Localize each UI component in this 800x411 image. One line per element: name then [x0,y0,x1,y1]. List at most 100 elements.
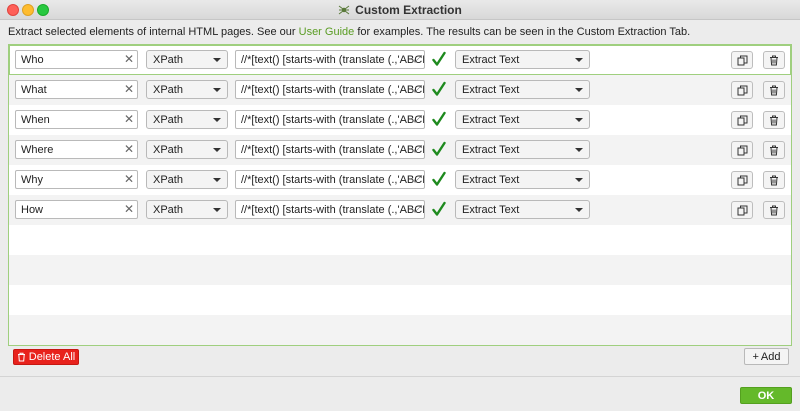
expand-icon[interactable]: ⤢ [414,54,422,65]
delete-row-button[interactable] [763,111,785,129]
chevron-down-icon [213,178,221,182]
extractor-type-select[interactable]: XPath [146,50,228,69]
expression-value: //*[text() [starts-with (translate (.,'A… [241,203,424,216]
extractor-name-value: What [21,83,47,96]
ok-label: OK [757,389,775,402]
valid-check-icon [432,51,446,66]
delete-row-button[interactable] [763,201,785,219]
chevron-down-icon [213,58,221,62]
extractor-name-input[interactable]: Why ✕ [15,170,138,189]
plus-icon: + [752,350,759,363]
extract-mode-select[interactable]: Extract Text [455,80,590,99]
delete-all-button[interactable]: Delete All [13,349,79,365]
maximize-window-button[interactable] [37,4,49,16]
extractor-name-input[interactable]: Where ✕ [15,140,138,159]
clear-icon[interactable]: ✕ [124,203,134,216]
trash-icon [770,85,778,95]
expand-icon[interactable]: ⤢ [414,114,422,125]
expression-input[interactable]: //*[text() [starts-with (translate (.,'A… [235,140,425,159]
extract-mode-select[interactable]: Extract Text [455,200,590,219]
extractor-type-select[interactable]: XPath [146,80,228,99]
clear-icon[interactable]: ✕ [124,53,134,66]
extractor-list: Who ✕ XPath //*[text() [starts-with (tra… [8,44,792,346]
clear-icon[interactable]: ✕ [124,83,134,96]
delete-row-button[interactable] [763,141,785,159]
duplicate-button[interactable] [731,201,753,219]
extractor-name-input[interactable]: How ✕ [15,200,138,219]
copy-icon [737,205,747,215]
extractor-name-value: Where [21,143,54,156]
extractor-row: Who ✕ XPath //*[text() [starts-with (tra… [9,45,791,75]
expand-icon[interactable]: ⤢ [414,144,422,155]
extractor-type-select[interactable]: XPath [146,170,228,189]
extractor-type-select[interactable]: XPath [146,200,228,219]
extractor-name-value: Why [21,173,43,186]
valid-check-icon [432,201,446,216]
expression-input[interactable]: //*[text() [starts-with (translate (.,'A… [235,80,425,99]
extractor-type-select[interactable]: XPath [146,110,228,129]
intro-text: Extract selected elements of internal HT… [8,26,690,38]
ok-button[interactable]: OK [740,387,792,404]
custom-extraction-window: Custom Extraction Extract selected eleme… [0,0,800,411]
extract-mode-select[interactable]: Extract Text [455,170,590,189]
close-window-button[interactable] [7,4,19,16]
extract-mode-value: Extract Text [462,113,520,126]
extractor-name-input[interactable]: Who ✕ [15,50,138,69]
delete-row-button[interactable] [763,51,785,69]
extractor-row: Where ✕ XPath //*[text() [starts-with (t… [9,135,791,165]
expression-input[interactable]: //*[text() [starts-with (translate (.,'A… [235,170,425,189]
extractor-name-value: Who [21,53,44,66]
duplicate-button[interactable] [731,141,753,159]
chevron-down-icon [575,208,583,212]
valid-check-icon [432,111,446,126]
extract-mode-select[interactable]: Extract Text [455,140,590,159]
trash-icon [770,175,778,185]
user-guide-link[interactable]: User Guide [299,26,355,38]
extractor-name-value: When [21,113,50,126]
empty-row [9,285,791,315]
expression-input[interactable]: //*[text() [starts-with (translate (.,'A… [235,200,425,219]
delete-row-button[interactable] [763,81,785,99]
duplicate-button[interactable] [731,51,753,69]
intro-text-before: Extract selected elements of internal HT… [8,26,299,38]
expand-icon[interactable]: ⤢ [414,84,422,95]
extractor-name-value: How [21,203,44,216]
expression-input[interactable]: //*[text() [starts-with (translate (.,'A… [235,50,425,69]
duplicate-button[interactable] [731,171,753,189]
copy-icon [737,85,747,95]
expression-value: //*[text() [starts-with (translate (.,'A… [241,113,424,126]
copy-icon [737,55,747,65]
clear-icon[interactable]: ✕ [124,113,134,126]
clear-icon[interactable]: ✕ [124,173,134,186]
extractor-type-value: XPath [153,113,183,126]
chevron-down-icon [575,58,583,62]
extractor-name-input[interactable]: What ✕ [15,80,138,99]
expand-icon[interactable]: ⤢ [414,204,422,215]
extractor-type-value: XPath [153,83,183,96]
minimize-window-button[interactable] [22,4,34,16]
extractor-row: When ✕ XPath //*[text() [starts-with (tr… [9,105,791,135]
delete-row-button[interactable] [763,171,785,189]
trash-icon [770,145,778,155]
duplicate-button[interactable] [731,81,753,99]
add-button[interactable]: + Add [744,348,789,365]
expand-icon[interactable]: ⤢ [414,174,422,185]
duplicate-button[interactable] [731,111,753,129]
expression-value: //*[text() [starts-with (translate (.,'A… [241,173,424,186]
expression-input[interactable]: //*[text() [starts-with (translate (.,'A… [235,110,425,129]
trash-icon [770,55,778,65]
copy-icon [737,145,747,155]
extract-mode-select[interactable]: Extract Text [455,50,590,69]
extractor-type-value: XPath [153,203,183,216]
empty-row [9,255,791,285]
extractor-type-value: XPath [153,173,183,186]
extract-mode-value: Extract Text [462,173,520,186]
extract-mode-select[interactable]: Extract Text [455,110,590,129]
extractor-type-select[interactable]: XPath [146,140,228,159]
valid-check-icon [432,171,446,186]
empty-row [9,225,791,255]
chevron-down-icon [575,148,583,152]
expression-value: //*[text() [starts-with (translate (.,'A… [241,53,424,66]
clear-icon[interactable]: ✕ [124,143,134,156]
extractor-name-input[interactable]: When ✕ [15,110,138,129]
